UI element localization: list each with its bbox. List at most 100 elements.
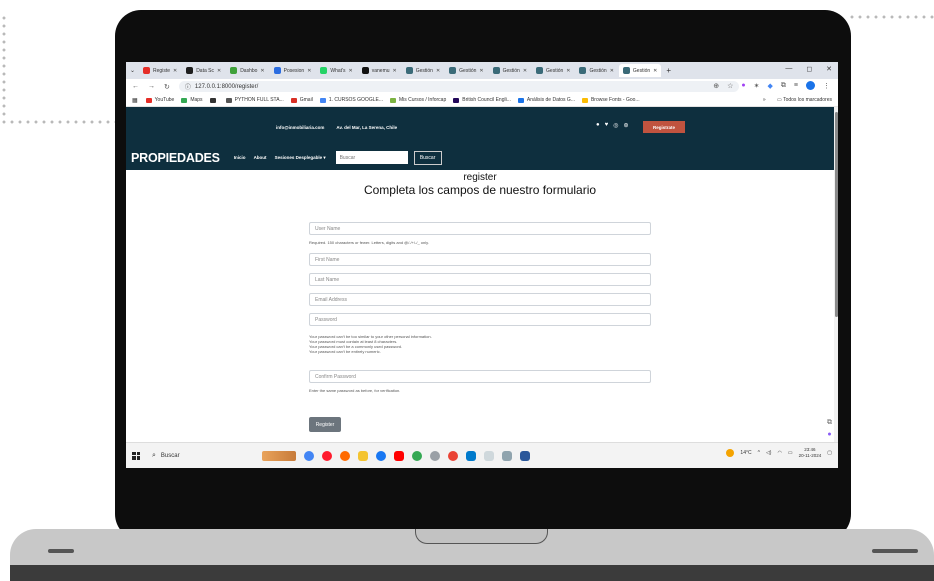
- tab-close-icon[interactable]: ✕: [653, 68, 657, 74]
- browser-tab[interactable]: Gestión ✕: [489, 64, 531, 77]
- word-icon[interactable]: [520, 450, 530, 461]
- nav-dropdown[interactable]: Sesiones Desplegable ▾: [275, 155, 326, 161]
- username-input[interactable]: [309, 222, 651, 235]
- tray-chevron-icon[interactable]: ^: [758, 450, 760, 456]
- apps-grid-icon[interactable]: ▦: [132, 97, 138, 104]
- widgets-icon[interactable]: [262, 450, 296, 461]
- browser-tab[interactable]: Gestión ✕: [532, 64, 574, 77]
- bookmark-item[interactable]: [209, 97, 219, 103]
- tab-close-icon[interactable]: ✕: [523, 68, 527, 74]
- bookmark-item[interactable]: Gmail: [290, 97, 313, 103]
- browser-tab[interactable]: Gestión ✕: [402, 64, 444, 77]
- bookmark-item[interactable]: Browse Fonts - Goo...: [581, 97, 640, 103]
- browser-tab[interactable]: Gestión ✕: [445, 64, 487, 77]
- youtube-icon[interactable]: [394, 450, 404, 461]
- twitter-icon[interactable]: ♥: [605, 122, 609, 129]
- notifications-icon[interactable]: ▢: [827, 450, 832, 456]
- browser-tab[interactable]: Gestión ✕: [575, 64, 617, 77]
- browser-tab[interactable]: vanemu ✕: [358, 64, 401, 77]
- site-search-button[interactable]: Buscar: [413, 150, 442, 165]
- tab-close-icon[interactable]: ✕: [436, 68, 440, 74]
- extension-icon-2[interactable]: ✶: [754, 82, 760, 90]
- tab-close-icon[interactable]: ✕: [566, 68, 570, 74]
- brave-icon[interactable]: [340, 450, 350, 461]
- file-explorer-icon[interactable]: [358, 450, 368, 461]
- bookmark-item[interactable]: PYTHON FULL STA...: [225, 97, 284, 103]
- github-icon[interactable]: ●: [596, 122, 600, 129]
- bookmark-item[interactable]: YouTube: [145, 97, 174, 103]
- browser-tab[interactable]: What's ✕: [316, 64, 356, 77]
- tab-close-icon[interactable]: ✕: [173, 68, 177, 74]
- nav-inicio[interactable]: Inicio: [234, 155, 246, 160]
- maximize-button[interactable]: ◻: [806, 65, 812, 73]
- profile-avatar[interactable]: [806, 81, 815, 90]
- all-bookmarks-link[interactable]: Todos los marcadores: [783, 97, 832, 103]
- page-scrollbar-thumb[interactable]: [835, 112, 838, 317]
- notepad-icon[interactable]: [484, 450, 494, 461]
- facebook-icon[interactable]: [376, 450, 386, 461]
- nav-about[interactable]: About: [254, 155, 267, 160]
- weather-temp[interactable]: 14°C: [740, 450, 751, 456]
- sidebar-tool-icon[interactable]: ⧉: [827, 417, 832, 429]
- photos-icon[interactable]: [502, 450, 512, 461]
- chrome-icon[interactable]: [304, 450, 314, 461]
- back-arrow-icon[interactable]: ←: [132, 83, 139, 90]
- chrome-profile-2-icon[interactable]: [430, 450, 440, 461]
- tab-search-chevron-icon[interactable]: ⌄: [130, 67, 135, 74]
- extension-icon-3[interactable]: ◆: [768, 82, 773, 90]
- new-tab-button[interactable]: +: [666, 66, 671, 75]
- firstname-input[interactable]: [309, 253, 651, 266]
- bookmark-item[interactable]: Análisis de Datos G...: [517, 97, 575, 103]
- contact-email[interactable]: info@inmobiliaria.com: [276, 125, 324, 130]
- bookmark-item[interactable]: Maps: [181, 97, 203, 103]
- register-top-button[interactable]: Registrate: [643, 121, 685, 133]
- copilot-icon[interactable]: ●: [827, 429, 832, 441]
- chrome-profile-icon[interactable]: [412, 450, 422, 461]
- tab-close-icon[interactable]: ✕: [610, 68, 614, 74]
- tab-close-icon[interactable]: ✕: [479, 68, 483, 74]
- browser-tab[interactable]: Data Sc ✕: [182, 64, 225, 77]
- lastname-input[interactable]: [309, 273, 651, 286]
- tab-close-icon[interactable]: ✕: [260, 68, 264, 74]
- browser-tab[interactable]: Gestión ✕: [618, 64, 662, 77]
- register-submit-button[interactable]: Register: [309, 417, 341, 432]
- instagram-icon[interactable]: ◎: [613, 122, 618, 129]
- bookmark-item[interactable]: 1. CURSOS GOOGLE...: [319, 97, 383, 103]
- windows-start-icon[interactable]: [132, 451, 140, 460]
- reload-icon[interactable]: ↻: [164, 83, 170, 91]
- bookmark-star-icon[interactable]: ☆: [727, 82, 733, 90]
- browser-tab[interactable]: Registe ✕: [139, 64, 181, 77]
- browser-tab[interactable]: Posesion ✕: [270, 64, 316, 77]
- site-info-icon[interactable]: ⓘ: [185, 82, 191, 91]
- chrome-profile-3-icon[interactable]: [448, 450, 458, 461]
- extensions-puzzle-icon[interactable]: ⧉: [781, 82, 786, 90]
- forward-arrow-icon[interactable]: →: [148, 83, 155, 90]
- keyboard-icon[interactable]: ▭: [788, 450, 793, 456]
- reading-list-icon[interactable]: ≡: [794, 82, 798, 89]
- volume-icon[interactable]: ◁): [766, 450, 772, 456]
- confirm-password-input[interactable]: [309, 370, 651, 383]
- taskbar-search[interactable]: ⌕ Buscar: [152, 449, 232, 463]
- site-brand[interactable]: PROPIEDADES: [131, 151, 220, 165]
- wifi-icon[interactable]: ◠: [777, 450, 781, 456]
- vscode-icon[interactable]: [466, 450, 476, 461]
- url-input[interactable]: ⓘ 127.0.0.1:8000/register/: [178, 81, 739, 92]
- tab-close-icon[interactable]: ✕: [349, 68, 353, 74]
- dribbble-icon[interactable]: ⊛: [623, 122, 628, 129]
- minimize-button[interactable]: —: [785, 65, 792, 73]
- site-search-input[interactable]: [335, 151, 408, 164]
- bookmarks-more-button[interactable]: »: [763, 97, 766, 103]
- taskbar-clock[interactable]: 23:46 20-11-2024: [799, 447, 822, 459]
- extension-icon[interactable]: ●: [741, 82, 745, 89]
- password-input[interactable]: [309, 313, 651, 326]
- weather-icon[interactable]: [726, 449, 735, 457]
- opera-icon[interactable]: [322, 450, 332, 461]
- tab-close-icon[interactable]: ✕: [217, 68, 221, 74]
- tab-close-icon[interactable]: ✕: [307, 68, 311, 74]
- browser-tab[interactable]: Dashbo ✕: [226, 64, 268, 77]
- menu-kebab-icon[interactable]: ⋮: [823, 82, 830, 90]
- zoom-icon[interactable]: ⊕: [713, 82, 719, 90]
- tab-close-icon[interactable]: ✕: [393, 68, 397, 74]
- email-input[interactable]: [309, 293, 651, 306]
- close-button[interactable]: ✕: [826, 65, 832, 73]
